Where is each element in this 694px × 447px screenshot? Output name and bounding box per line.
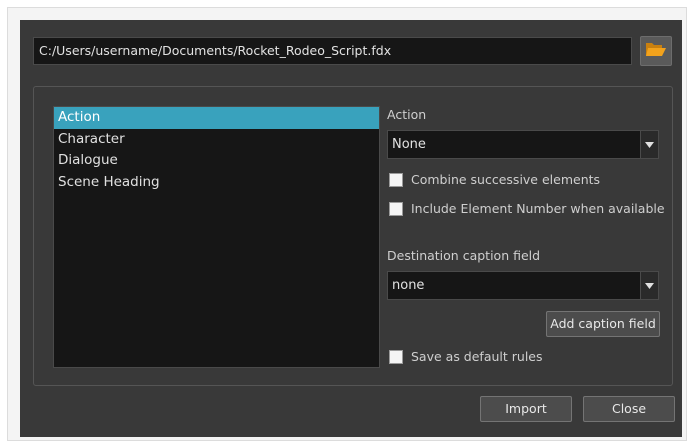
include-number-checkbox[interactable] (389, 201, 403, 216)
save-default-label: Save as default rules (411, 349, 543, 364)
list-item-action[interactable]: Action (54, 107, 379, 129)
include-number-label: Include Element Number when available (411, 201, 665, 216)
action-label: Action (387, 107, 427, 122)
chevron-down-icon[interactable] (640, 272, 658, 299)
chevron-down-icon[interactable] (640, 131, 658, 158)
action-combo-value: None (392, 137, 426, 152)
destination-label: Destination caption field (387, 248, 541, 263)
combine-elements-row[interactable]: Combine successive elements (389, 172, 600, 187)
action-combo[interactable]: None (387, 130, 659, 159)
add-caption-field-button[interactable]: Add caption field (546, 311, 660, 337)
combine-elements-checkbox[interactable] (389, 172, 403, 187)
rules-group-box: Action Character Dialogue Scene Heading … (33, 86, 673, 386)
save-default-row[interactable]: Save as default rules (389, 349, 543, 364)
destination-combo-value: none (392, 278, 425, 293)
browse-button[interactable] (640, 36, 672, 66)
close-button[interactable]: Close (583, 396, 675, 422)
element-type-list[interactable]: Action Character Dialogue Scene Heading (53, 106, 380, 368)
folder-open-icon (645, 40, 667, 62)
destination-combo[interactable]: none (387, 271, 659, 300)
list-item-dialogue[interactable]: Dialogue (54, 150, 379, 172)
import-script-dialog: C:/Users/username/Documents/Rocket_Rodeo… (20, 20, 682, 437)
list-item-scene-heading[interactable]: Scene Heading (54, 172, 379, 194)
include-number-row[interactable]: Include Element Number when available (389, 201, 665, 216)
import-button[interactable]: Import (480, 396, 572, 422)
save-default-checkbox[interactable] (389, 349, 403, 364)
combine-elements-label: Combine successive elements (411, 172, 601, 187)
list-item-character[interactable]: Character (54, 129, 379, 151)
file-path-field[interactable]: C:/Users/username/Documents/Rocket_Rodeo… (33, 37, 632, 65)
